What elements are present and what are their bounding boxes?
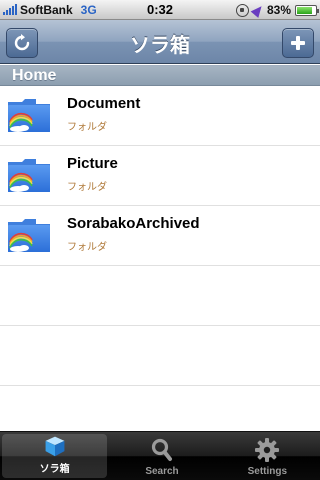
tab-sorabako[interactable]: ソラ箱 <box>2 434 108 478</box>
status-bar: SoftBank 3G 0:32 83% <box>0 0 320 20</box>
item-kind: フォルダ <box>67 182 107 193</box>
empty-row <box>0 326 320 386</box>
list-item[interactable]: Document フォルダ <box>0 86 320 146</box>
box-icon <box>45 436 65 457</box>
tab-settings[interactable]: Settings <box>215 432 320 480</box>
list-item[interactable]: Picture フォルダ <box>0 146 320 206</box>
add-button[interactable] <box>282 28 314 58</box>
folder-icon <box>8 219 50 252</box>
item-kind: フォルダ <box>67 122 107 133</box>
item-name: Picture <box>67 155 118 172</box>
empty-row <box>0 266 320 326</box>
navigation-bar: ソラ箱 <box>0 20 320 64</box>
item-kind: フォルダ <box>67 242 107 253</box>
gear-icon <box>255 438 280 462</box>
list-item[interactable]: SorabakoArchived フォルダ <box>0 206 320 266</box>
page-title: ソラ箱 <box>130 35 190 57</box>
location-icon <box>250 2 266 18</box>
search-icon <box>151 438 172 461</box>
folder-icon <box>8 159 50 192</box>
add-icon <box>291 36 305 50</box>
tab-search[interactable]: Search <box>109 432 214 480</box>
folder-icon <box>8 99 50 132</box>
tab-bar: ソラ箱 Search Settings <box>0 431 320 480</box>
tab-label: Settings <box>247 466 288 477</box>
battery-percent: 83% <box>266 3 291 17</box>
battery-icon <box>295 4 319 16</box>
tab-label: ソラ箱 <box>39 464 70 475</box>
item-name: SorabakoArchived <box>67 215 200 232</box>
tab-label: Search <box>145 466 179 477</box>
item-name: Document <box>67 95 141 112</box>
file-list: Document フォルダ Picture フォルダ SorabakoArchi <box>0 86 320 386</box>
rotation-lock-icon <box>235 3 249 17</box>
section-header: Home <box>0 65 320 86</box>
